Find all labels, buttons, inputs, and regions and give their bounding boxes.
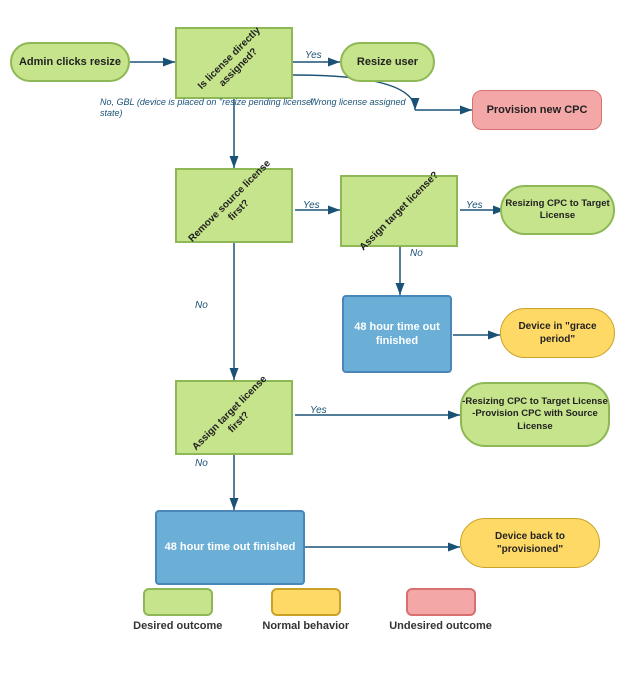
yes4-label: Yes — [310, 405, 327, 416]
resizing-cpc-top-label: Resizing CPC to Target License — [502, 198, 613, 223]
resize-user: Resize user — [340, 42, 435, 82]
is-directly-assigned: Is license directly assigned? — [175, 27, 293, 99]
admin-clicks-label: Admin clicks resize — [19, 55, 121, 69]
provision-new-cpc-label: Provision new CPC — [487, 103, 588, 117]
assign-target-bottom: Assign target license first? — [175, 380, 293, 455]
no2-label: No — [410, 248, 423, 259]
device-grace-period: Device in "grace period" — [500, 308, 615, 358]
hour-out-top: 48 hour time out finished — [342, 295, 452, 373]
remove-source-license: Remove source license first? — [175, 168, 293, 243]
device-provisioned: Device back to "provisioned" — [460, 518, 600, 568]
provision-new-cpc: Provision new CPC — [472, 90, 602, 130]
legend-normal-box — [271, 588, 341, 616]
legend-undesired: Undesired outcome — [389, 588, 492, 632]
assign-target-top: Assign target license? — [340, 175, 458, 247]
legend: Desired outcome Normal behavior Undesire… — [0, 588, 625, 632]
resizing-cpc-top: Resizing CPC to Target License — [500, 185, 615, 235]
no3-label: No — [195, 300, 208, 311]
device-grace-label: Device in "grace period" — [501, 320, 614, 346]
yes1-label: Yes — [305, 50, 322, 61]
resizing-cpc-bottom: -Resizing CPC to Target License -Provisi… — [460, 382, 610, 447]
flowchart: Admin clicks resize Is license directly … — [0, 0, 625, 640]
legend-normal: Normal behavior — [262, 588, 349, 632]
yes2-label: Yes — [303, 200, 320, 211]
device-provisioned-label: Device back to "provisioned" — [461, 530, 599, 556]
hour-out-bottom: 48 hour time out finished — [155, 510, 305, 585]
legend-desired-box — [143, 588, 213, 616]
wrong-license-label: Wrong license assigned — [310, 97, 465, 107]
legend-normal-label: Normal behavior — [262, 620, 349, 632]
admin-clicks-resize: Admin clicks resize — [10, 42, 130, 82]
resize-user-label: Resize user — [357, 55, 418, 69]
legend-undesired-label: Undesired outcome — [389, 620, 492, 632]
assign-target-top-label: Assign target license? — [357, 169, 442, 254]
legend-desired: Desired outcome — [133, 588, 222, 632]
hour-out-bottom-label: 48 hour time out finished — [165, 540, 296, 554]
assign-target-bottom-label: Assign target license first? — [185, 368, 284, 467]
remove-source-label: Remove source license first? — [185, 156, 284, 255]
yes3-label: Yes — [466, 200, 483, 211]
no-gbl-label: No, GBL (device is placed on "resize pen… — [100, 97, 320, 119]
hour-out-top-label: 48 hour time out finished — [344, 320, 450, 349]
no4-label: No — [195, 458, 208, 469]
resizing-cpc-bottom-label: -Resizing CPC to Target License -Provisi… — [462, 396, 608, 433]
legend-desired-label: Desired outcome — [133, 620, 222, 632]
legend-undesired-box — [406, 588, 476, 616]
